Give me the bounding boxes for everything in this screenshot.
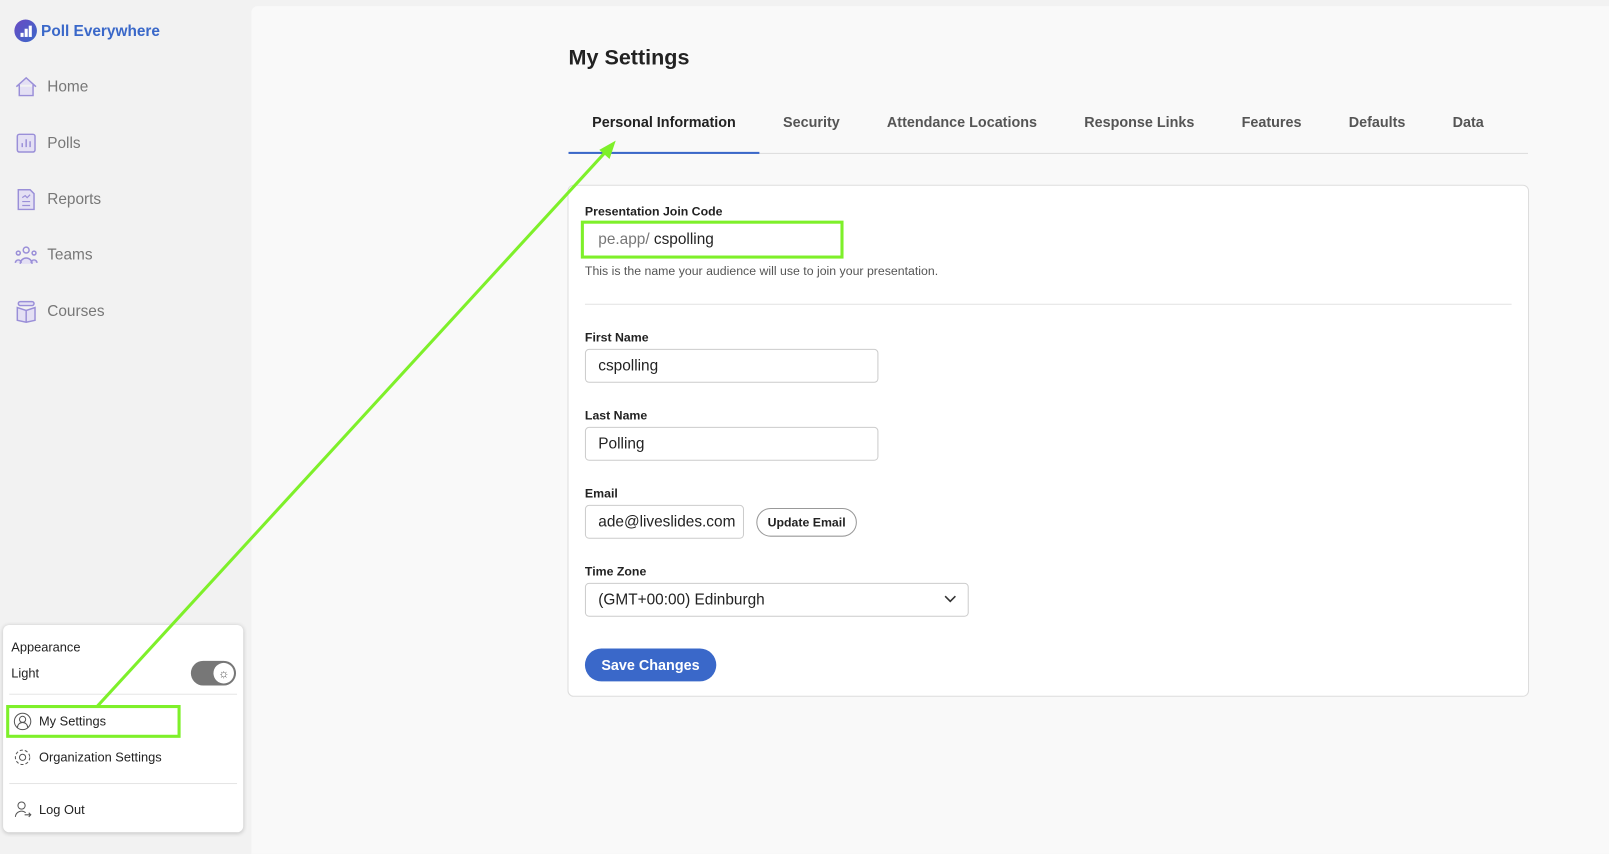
nav-teams[interactable]: Teams (14, 243, 93, 267)
teams-icon (14, 246, 38, 264)
home-icon (15, 76, 37, 97)
tab-data[interactable]: Data (1429, 107, 1507, 154)
page-title: My Settings (568, 46, 690, 70)
nav-courses[interactable]: Courses (14, 300, 105, 324)
nav-label: Reports (47, 190, 102, 209)
divider (9, 693, 238, 695)
highlight-my-settings (6, 704, 181, 738)
update-email-button[interactable]: Update Email (756, 507, 857, 537)
email-label: Email (584, 486, 618, 501)
menu-log-out[interactable]: Log Out (13, 800, 85, 818)
join-help-text: This is the name your audience will use … (584, 263, 939, 279)
polls-icon (16, 133, 36, 153)
tab-features[interactable]: Features (1218, 107, 1325, 154)
time-zone-value: (GMT+00:00) Edinburgh (598, 591, 765, 609)
divider (584, 303, 1512, 305)
nav-label: Teams (47, 246, 93, 264)
join-code-label: Presentation Join Code (584, 204, 723, 219)
reports-icon (17, 189, 35, 211)
nav-label: Courses (47, 302, 105, 321)
tab-defaults[interactable]: Defaults (1325, 107, 1429, 154)
first-name-label: First Name (584, 330, 649, 345)
nav-label: Polls (47, 134, 81, 152)
logo[interactable]: Poll Everywhere (14, 19, 160, 43)
time-zone-label: Time Zone (584, 564, 647, 579)
menu-label: Organization Settings (38, 750, 162, 765)
time-zone-select[interactable]: (GMT+00:00) Edinburgh (584, 582, 969, 617)
email-input[interactable]: ade@liveslides.com (584, 504, 744, 539)
nav-label: Home (47, 77, 89, 96)
nav-reports[interactable]: Reports (14, 188, 101, 212)
appearance-label: Appearance (11, 640, 81, 655)
tab-response-links[interactable]: Response Links (1061, 107, 1218, 154)
tab-personal-information[interactable]: Personal Information (568, 107, 760, 154)
sun-icon: ☼ (213, 662, 234, 684)
last-name-label: Last Name (584, 408, 648, 423)
appearance-toggle[interactable]: ☼ (190, 660, 237, 686)
chevron-down-icon (944, 595, 956, 603)
first-name-input[interactable]: cspolling (584, 348, 879, 383)
divider (9, 782, 238, 785)
menu-organization-settings[interactable]: Organization Settings (13, 748, 162, 766)
nav-polls[interactable]: Polls (14, 131, 81, 155)
nav-home[interactable]: Home (14, 75, 88, 99)
save-changes-button[interactable]: Save Changes (584, 648, 716, 682)
personal-info-card: Presentation Join Code pe.app/ cspolling… (567, 184, 1530, 697)
courses-icon (16, 300, 36, 324)
highlight-join-code (580, 220, 844, 259)
logo-icon (14, 19, 37, 43)
tab-security[interactable]: Security (759, 107, 863, 154)
brand-name: Poll Everywhere (41, 22, 160, 40)
settings-tabs: Personal Information Security Attendance… (568, 107, 1529, 154)
appearance-mode: Light (11, 666, 40, 681)
logout-icon (14, 801, 32, 818)
gear-icon (14, 749, 31, 766)
menu-label: Log Out (38, 802, 85, 817)
last-name-input[interactable]: Polling (584, 426, 879, 461)
tab-attendance-locations[interactable]: Attendance Locations (863, 107, 1060, 154)
